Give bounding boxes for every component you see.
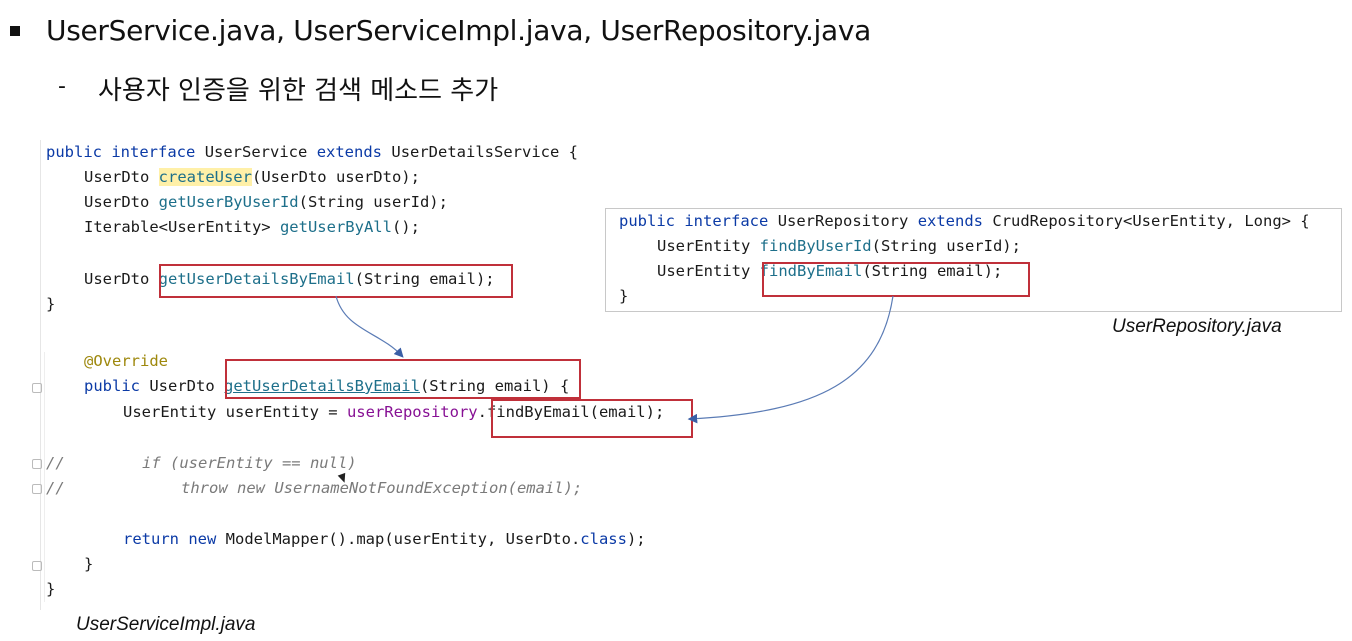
arrow-repository-to-impl [687,295,894,424]
connector-arrows [335,295,894,424]
arrow-service-to-impl [335,295,404,358]
